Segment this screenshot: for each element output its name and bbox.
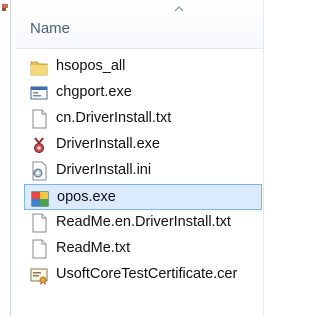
column-header[interactable]: Name <box>16 0 264 49</box>
file-name: UsoftCoreTestCertificate.cer <box>56 266 238 282</box>
file-name: ReadMe.en.DriverInstall.txt <box>56 214 231 230</box>
file-row[interactable]: UsoftCoreTestCertificate.cer <box>24 262 262 288</box>
folder-icon <box>30 61 48 76</box>
name-column-header[interactable]: Name <box>30 20 70 37</box>
text-document-icon <box>32 213 47 233</box>
file-row[interactable]: ReadMe.en.DriverInstall.txt <box>24 210 262 236</box>
file-row-selected[interactable]: opos.exe <box>24 184 262 210</box>
config-settings-icon <box>32 161 47 181</box>
text-document-icon <box>32 239 47 259</box>
file-name: cn.DriverInstall.txt <box>56 110 172 126</box>
opos-app-icon <box>31 191 49 207</box>
text-document-icon <box>32 109 47 129</box>
file-row[interactable]: ReadMe.txt <box>24 236 262 262</box>
file-name: opos.exe <box>57 189 116 205</box>
file-name: chgport.exe <box>56 84 132 100</box>
file-row[interactable]: chgport.exe <box>24 80 262 106</box>
file-list-pane: Name hsopos_all chgport.exe cn.DriverIns… <box>16 0 264 316</box>
installer-exe-icon <box>34 137 44 153</box>
file-row[interactable]: DriverInstall.ini <box>24 158 262 184</box>
sort-arrow-icon <box>174 6 184 12</box>
file-row[interactable]: DriverInstall.exe <box>24 132 262 158</box>
certificate-icon <box>30 268 48 285</box>
left-edge-mark <box>2 8 6 11</box>
application-window-icon <box>30 86 48 100</box>
file-name: DriverInstall.ini <box>56 162 152 178</box>
left-pane-edge <box>0 0 11 316</box>
file-row[interactable]: cn.DriverInstall.txt <box>24 106 262 132</box>
file-name: hsopos_all <box>56 58 126 74</box>
right-pane-edge <box>263 0 274 316</box>
file-name: DriverInstall.exe <box>56 136 160 152</box>
file-name: ReadMe.txt <box>56 240 131 256</box>
file-row[interactable]: hsopos_all <box>24 54 262 80</box>
